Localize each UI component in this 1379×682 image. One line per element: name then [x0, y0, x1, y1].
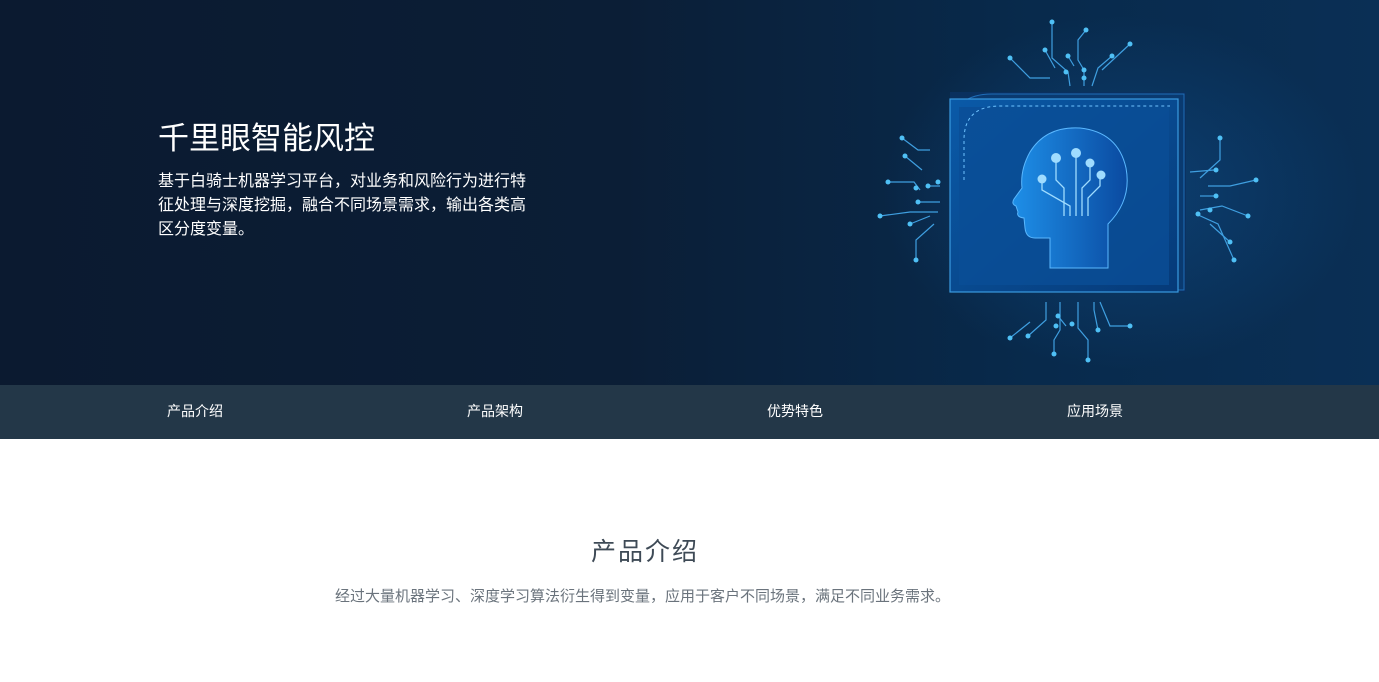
- section-description: 经过大量机器学习、深度学习算法衍生得到变量，应用于客户不同场景，满足不同业务需求…: [334, 587, 950, 605]
- hero-description: 基于白骑士机器学习平台，对业务和风险行为进行特征处理与深度挖掘，融合不同场景需求…: [158, 171, 527, 238]
- hero-title: 千里眼智能风控: [158, 121, 375, 157]
- hero-banner: 千里眼智能风控 基于白骑士机器学习平台，对业务和风险行为进行特征处理与深度挖掘，…: [0, 0, 1379, 385]
- section-title: 产品介绍: [590, 537, 699, 566]
- product-subnav: 产品介绍 产品架构 优势特色 应用场景: [0, 385, 1379, 439]
- ai-head-chip-icon: [877, 19, 1259, 363]
- subnav-item-features[interactable]: 优势特色: [767, 385, 823, 439]
- subnav-item-scenarios[interactable]: 应用场景: [1067, 385, 1123, 439]
- subnav-item-architecture[interactable]: 产品架构: [467, 385, 523, 439]
- subnav-item-intro[interactable]: 产品介绍: [167, 385, 223, 439]
